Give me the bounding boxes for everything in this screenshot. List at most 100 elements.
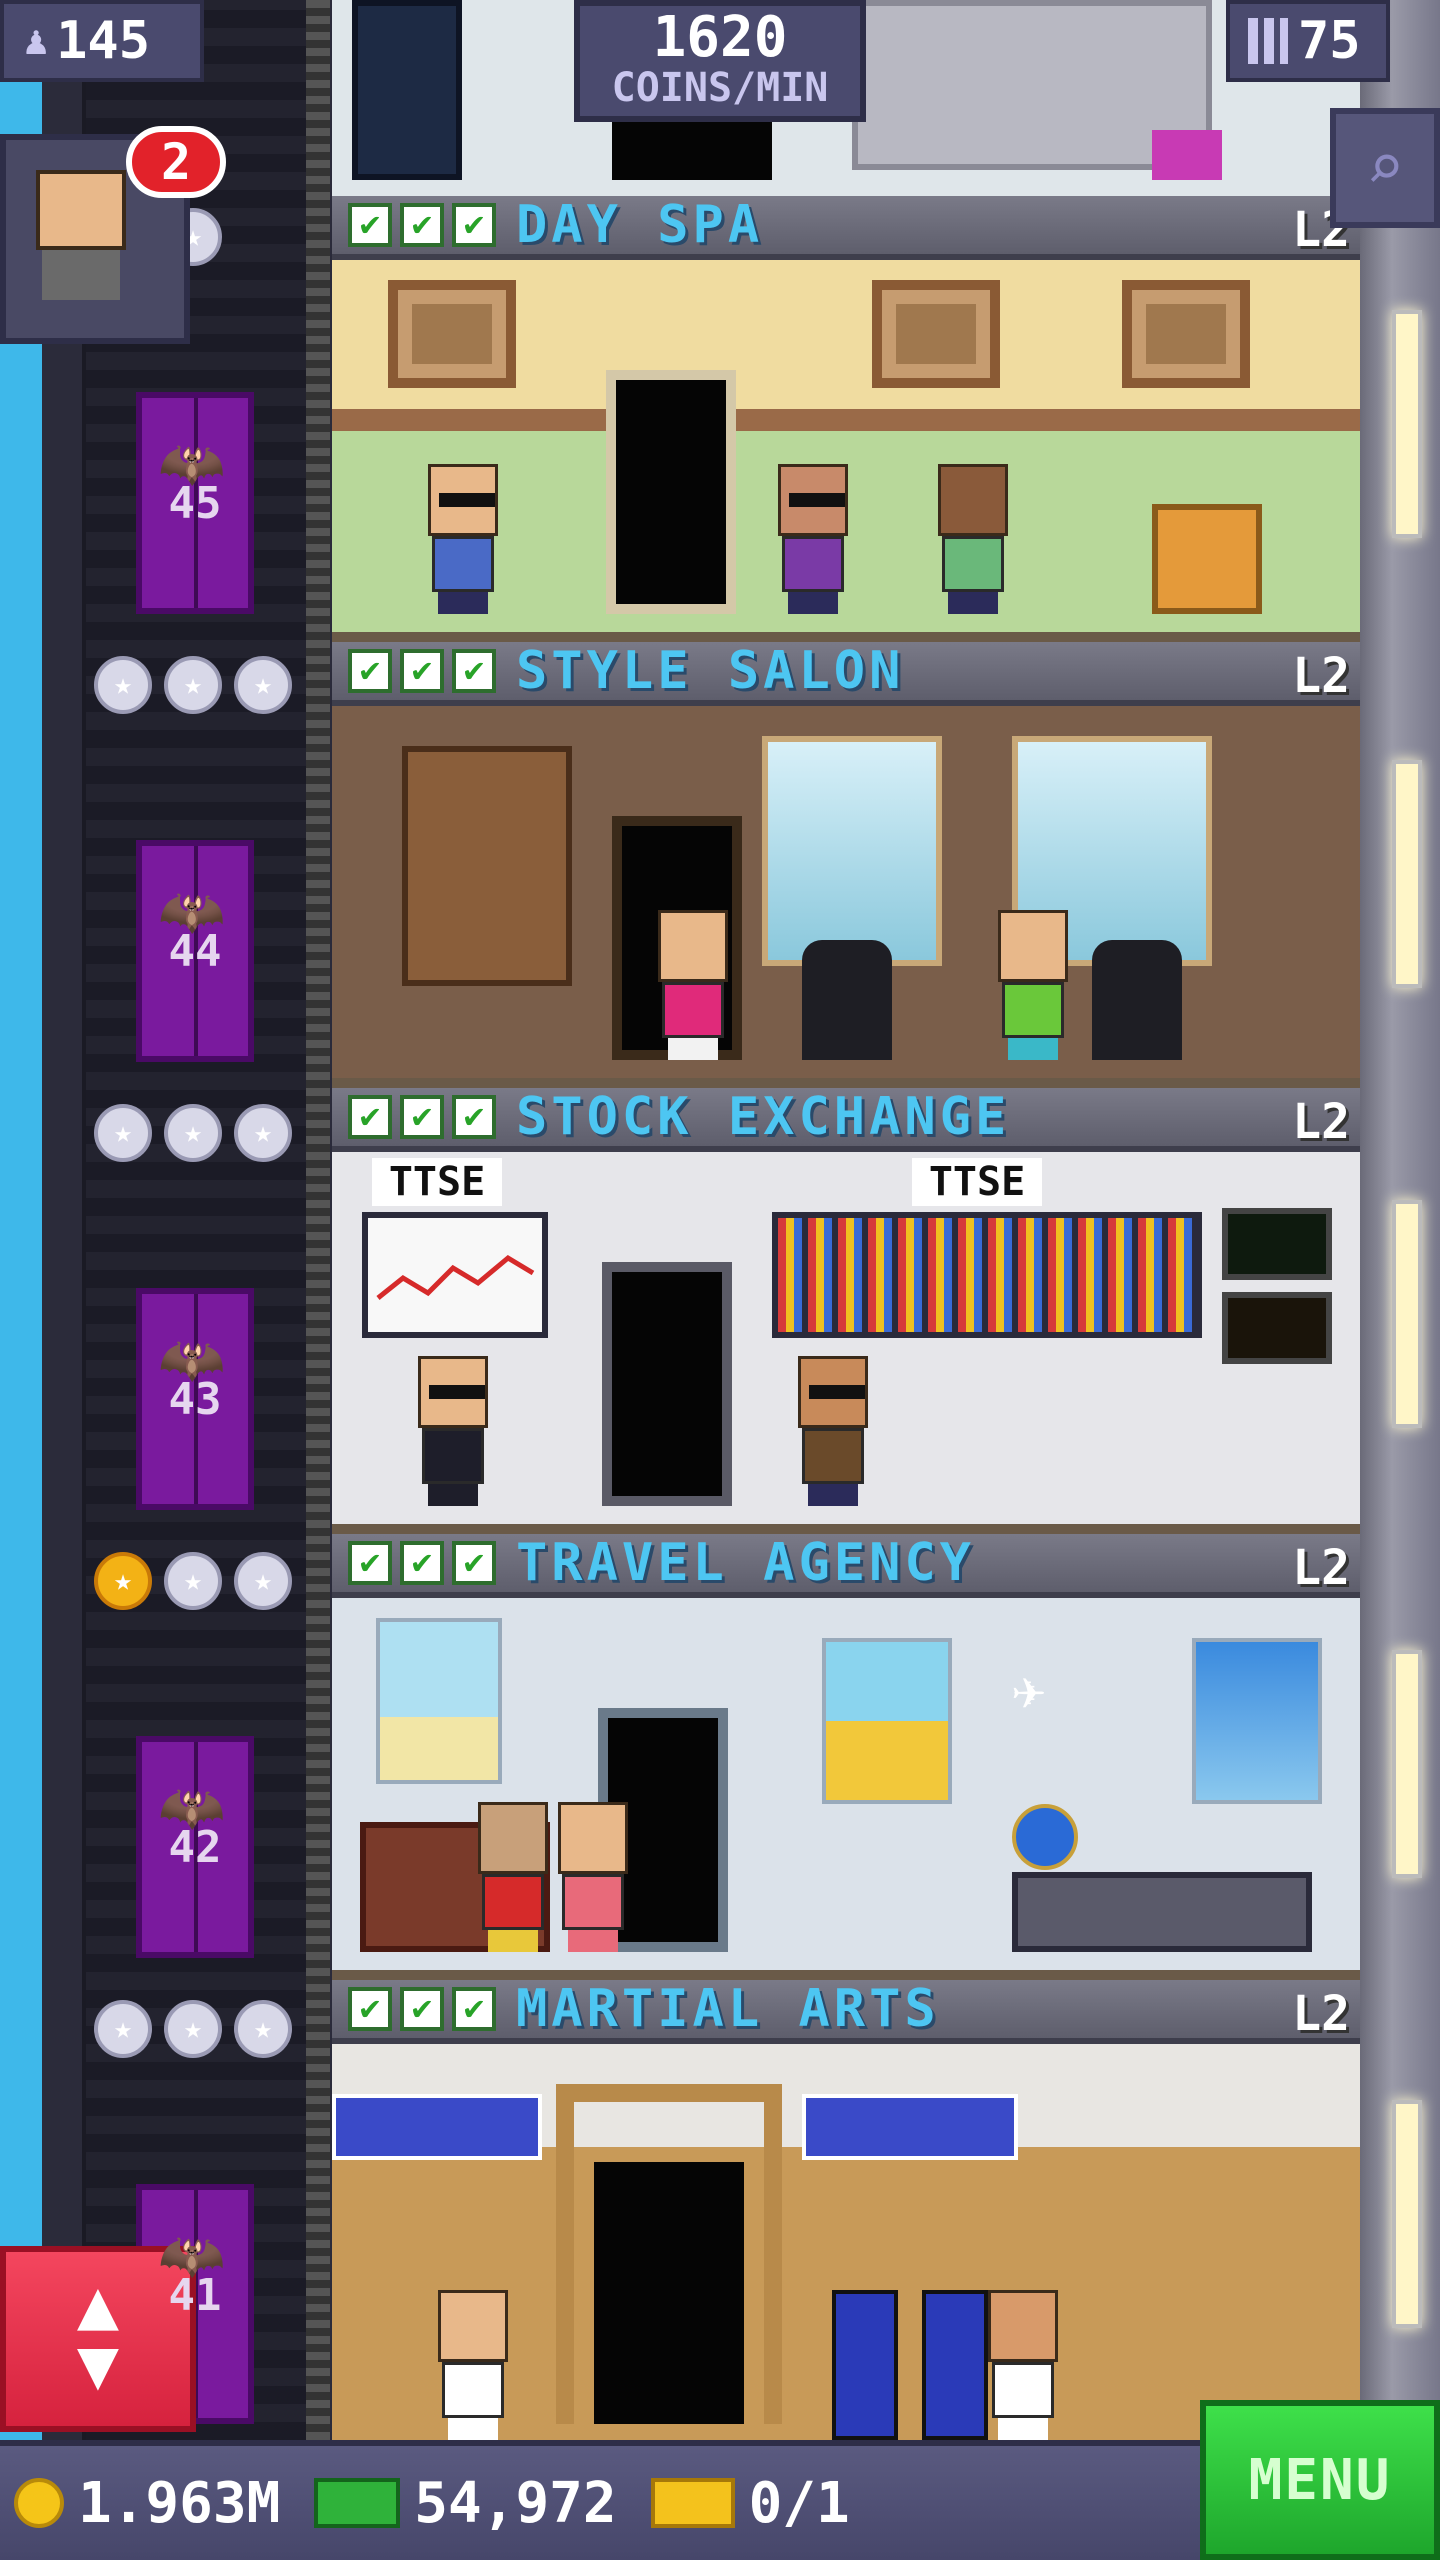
bitizen-head: [938, 464, 1008, 536]
bitizen-head: [988, 2290, 1058, 2362]
floor-header: ✔ ✔ ✔ DAY SPA L2: [332, 196, 1360, 260]
check-icon: ✔: [452, 1541, 496, 1585]
star-icon: ★: [94, 656, 152, 714]
airplane-icon: ✈: [1012, 1658, 1046, 1723]
bitizen-head: [798, 1356, 868, 1428]
population-icon: ♟: [24, 18, 49, 64]
travel-poster: [1192, 1638, 1322, 1804]
room-door: [606, 370, 736, 614]
building-icon: [1248, 18, 1288, 64]
bitizen[interactable]: [412, 1356, 494, 1506]
sunglasses-icon: [439, 493, 495, 507]
armchair: [1152, 504, 1262, 614]
travel-poster: [376, 1618, 502, 1784]
elevator-door[interactable]: 🦇 43: [136, 1288, 254, 1510]
visitor-avatar: [36, 170, 126, 310]
bitizen[interactable]: [982, 2290, 1064, 2440]
picture-frame: [1122, 280, 1250, 388]
room-interior: ✈: [332, 1598, 1360, 1970]
star-icon: ★: [164, 1104, 222, 1162]
bitizen-legs: [998, 2418, 1048, 2440]
check-icon: ✔: [348, 1095, 392, 1139]
bitizen-legs: [1008, 1038, 1058, 1060]
floor-name: MARTIAL ARTS: [516, 1980, 940, 2039]
floor-level: L2: [1292, 648, 1350, 704]
star-icon: ★: [234, 1552, 292, 1610]
bitizen[interactable]: [772, 464, 854, 614]
coin-rate-value: 1620: [652, 5, 788, 70]
salon-chair: [1092, 940, 1182, 1060]
stock-sign: TTSE: [912, 1158, 1042, 1206]
bitizen-body: [802, 1428, 864, 1484]
population-counter[interactable]: ♟ 145: [0, 0, 204, 82]
up-down-arrows-icon: ▲ ▼: [76, 2263, 120, 2405]
bitizen[interactable]: [652, 910, 734, 1060]
check-icon: ✔: [400, 203, 444, 247]
bitizen[interactable]: [432, 2290, 514, 2440]
magnifier-icon: ⌕: [1365, 131, 1405, 205]
room-interior: [332, 706, 1360, 1078]
wall-lamp: [1392, 1650, 1422, 1878]
search-button[interactable]: ⌕: [1330, 108, 1440, 228]
elevator-floor-number: 41: [168, 2270, 222, 2321]
check-icon: ✔: [400, 1095, 444, 1139]
floor-style-salon[interactable]: ✔ ✔ ✔ STYLE SALON L2: [332, 642, 1360, 1088]
bitizen[interactable]: [932, 464, 1014, 614]
elevator-door[interactable]: 🦇 44: [136, 840, 254, 1062]
dojo-banner: [332, 2094, 542, 2160]
tower-outer-wall: [42, 0, 86, 2440]
room-door: [594, 2162, 744, 2424]
room-interior: TTSE TTSE: [332, 1152, 1360, 1524]
floor-stars: ★ ★ ★: [94, 1552, 292, 1612]
bitizen-head: [778, 464, 848, 536]
floor-counter[interactable]: 75: [1226, 0, 1390, 82]
bookshelf: [402, 746, 572, 986]
star-icon: ★: [94, 1104, 152, 1162]
stock-chart-icon: [376, 1254, 535, 1300]
machine-panel: [352, 0, 462, 180]
room-door: [602, 1262, 732, 1506]
tickets-display[interactable]: 0/1: [650, 2471, 850, 2536]
coins-display[interactable]: 1.963M: [14, 2471, 280, 2536]
elevator-shaft: [86, 0, 316, 2440]
floor-level: L2: [1292, 1540, 1350, 1596]
bitizen-body: [662, 982, 724, 1038]
floor-name: DAY SPA: [516, 196, 764, 255]
floor-stock-exchange[interactable]: ✔ ✔ ✔ STOCK EXCHANGE L2 TTSE TTSE: [332, 1088, 1360, 1534]
bitizen-body: [942, 536, 1004, 592]
avatar-body: [42, 250, 120, 300]
bitizen[interactable]: [552, 1802, 634, 1952]
check-icon: ✔: [452, 203, 496, 247]
bux-display[interactable]: 54,972: [314, 2471, 617, 2536]
menu-button[interactable]: MENU: [1200, 2400, 1440, 2560]
floor-stars: ★ ★ ★: [94, 656, 292, 716]
bitizen-head: [428, 464, 498, 536]
bitizen-legs: [488, 1930, 538, 1952]
floor-martial-arts[interactable]: ✔ ✔ ✔ MARTIAL ARTS L2: [332, 1980, 1360, 2440]
bitizen[interactable]: [422, 464, 504, 614]
coin-rate-display[interactable]: 1620 COINS/MIN: [574, 0, 866, 122]
room-interior: [332, 260, 1360, 632]
star-icon: ★: [164, 2000, 222, 2058]
room-interior: [332, 2044, 1360, 2440]
elevator-door[interactable]: 🦇 45: [136, 392, 254, 614]
salon-chair: [802, 940, 892, 1060]
floor-travel-agency[interactable]: ✔ ✔ ✔ TRAVEL AGENCY L2 ✈: [332, 1534, 1360, 1980]
floor-day-spa[interactable]: ✔ ✔ ✔ DAY SPA L2: [332, 196, 1360, 642]
picture-frame: [872, 280, 1000, 388]
elevator-floor-number: 45: [168, 478, 222, 529]
bitizen-head: [438, 2290, 508, 2362]
floor-name: STYLE SALON: [516, 642, 905, 701]
bitizen[interactable]: [792, 1356, 874, 1506]
stock-ticker-board: [772, 1212, 1202, 1338]
bitizen-head: [478, 1802, 548, 1874]
check-icon: ✔: [452, 1095, 496, 1139]
bitizen-head: [658, 910, 728, 982]
torii-gate: [556, 2084, 782, 2424]
floor-checks: ✔ ✔ ✔: [348, 1987, 496, 2031]
bitizen[interactable]: [472, 1802, 554, 1952]
check-icon: ✔: [348, 1987, 392, 2031]
bitizen-legs: [428, 1484, 478, 1506]
elevator-door[interactable]: 🦇 42: [136, 1736, 254, 1958]
bitizen[interactable]: [992, 910, 1074, 1060]
